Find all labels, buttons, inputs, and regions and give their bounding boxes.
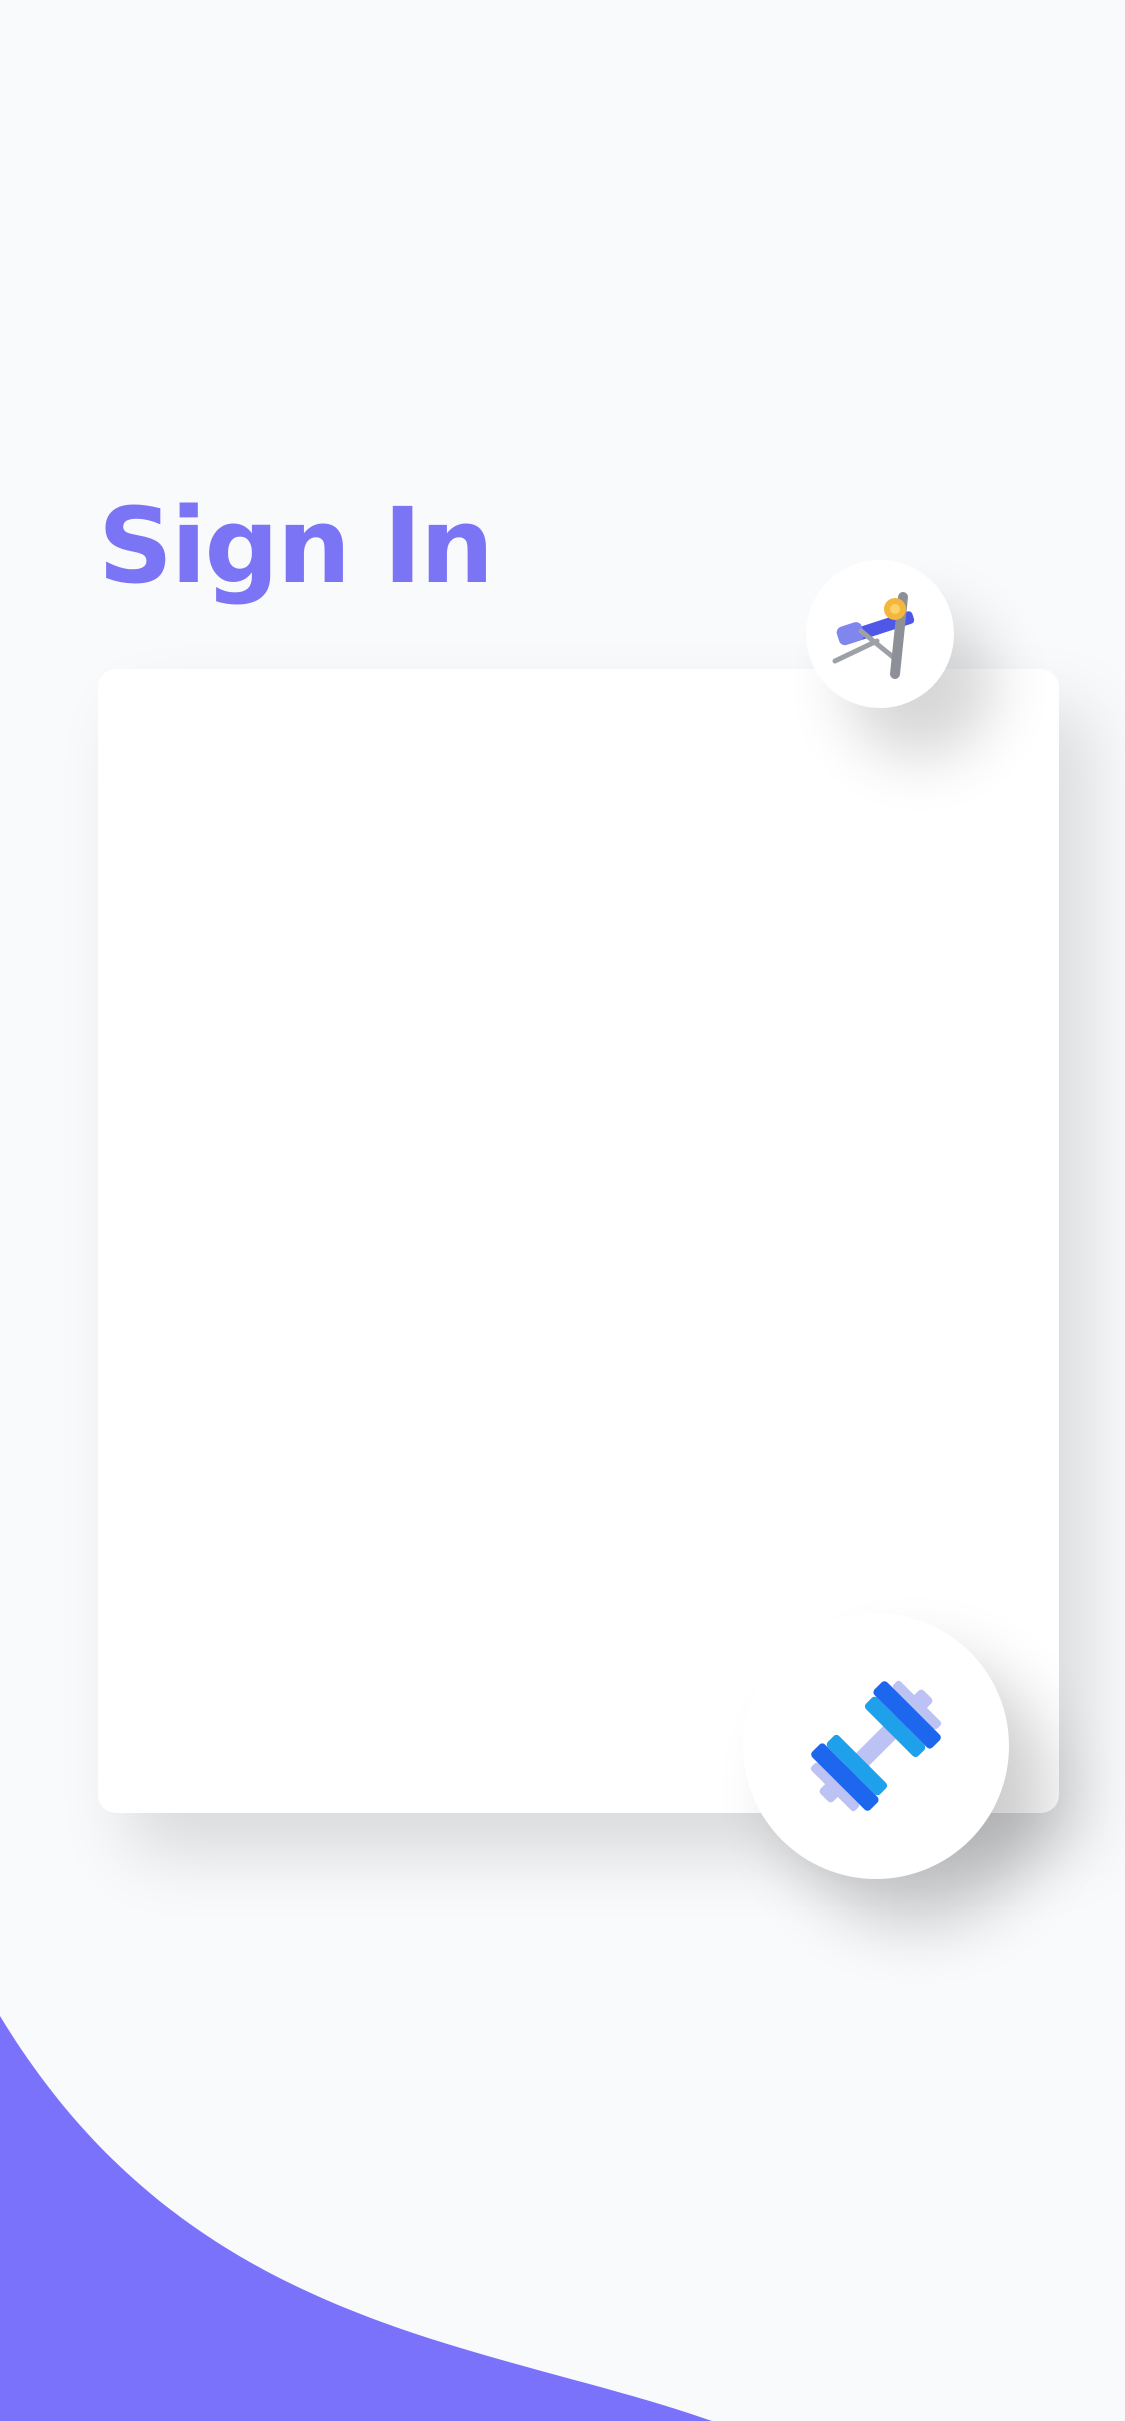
- weight-bench-icon: [832, 592, 915, 679]
- weight-bench-badge: [806, 560, 954, 708]
- dumbbell-badge: [743, 1613, 1009, 1879]
- page-title: Sign In: [98, 485, 494, 607]
- dumbbell-icon: [810, 1680, 942, 1812]
